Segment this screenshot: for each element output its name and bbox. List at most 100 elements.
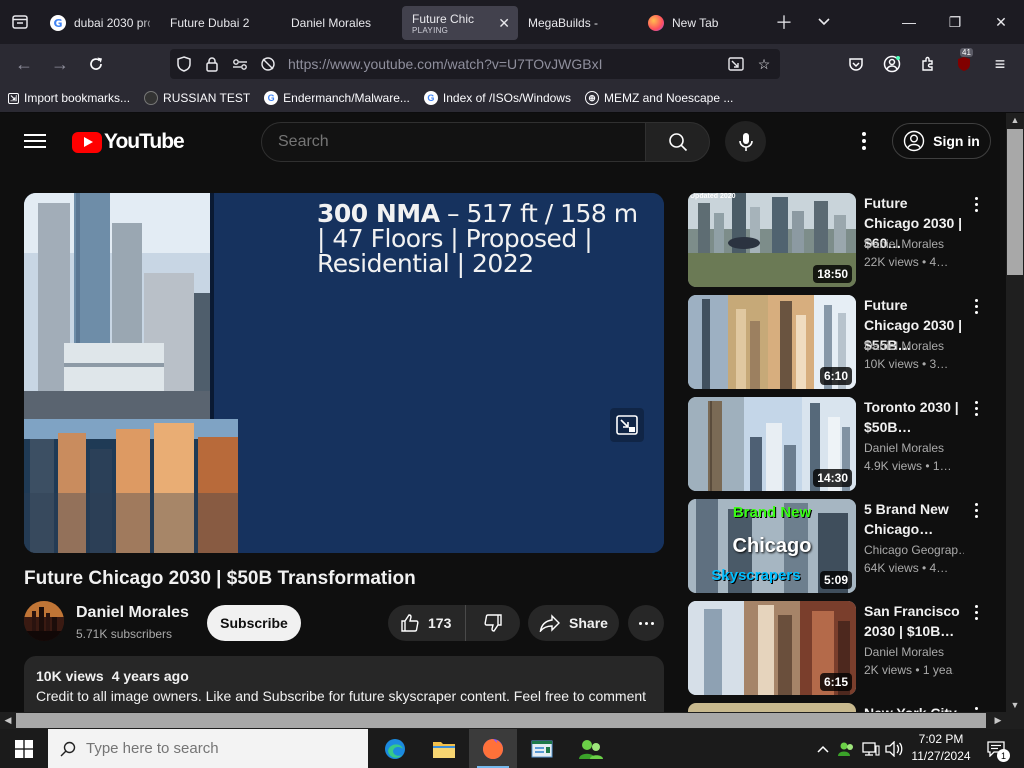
recommended-video[interactable]: 6:15 San Francisco 2030 | $10B… Daniel M… [688, 601, 998, 695]
video-thumbnail[interactable]: Updated 2020 18:50 [688, 193, 856, 287]
app-menu-hamburger-icon[interactable]: ≡ [988, 52, 1012, 76]
close-window-icon[interactable]: ✕ [978, 0, 1024, 44]
scroll-left-arrow-icon[interactable]: ◀ [0, 712, 16, 729]
horizontal-scrollbar[interactable]: ◀ ▶ [0, 712, 1006, 729]
tab-megabuilds[interactable]: MegaBuilds - [518, 6, 638, 40]
recommended-video[interactable]: 6:10 Future Chicago 2030 | $55B… Daniel … [688, 295, 998, 389]
url-bar[interactable]: ☆ [170, 49, 780, 79]
tab-daniel-morales[interactable]: Daniel Morales [281, 6, 402, 40]
bookmark-memz[interactable]: ⊕ MEMZ and Noescape ... [584, 91, 733, 105]
tab-future-dubai[interactable]: Future Dubai 2 [160, 6, 281, 40]
tracking-protection-shield-icon[interactable] [170, 49, 198, 79]
recommended-video[interactable]: Brand New Chicago Skyscrapers 5:09 5 Bra… [688, 499, 998, 593]
bookmark-russian-test[interactable]: RUSSIAN TEST [144, 91, 250, 105]
search-button[interactable] [645, 122, 710, 162]
subscribe-button[interactable]: Subscribe [207, 605, 301, 641]
recommended-channel[interactable]: Daniel Morales [864, 441, 964, 455]
channel-name[interactable]: Daniel Morales [76, 604, 189, 622]
horizontal-scroll-thumb[interactable] [16, 713, 986, 728]
taskbar-search-box[interactable] [48, 729, 368, 768]
bookmark-index-isos[interactable]: G Index of /ISOs/Windows [423, 91, 571, 105]
bookmark-star-icon[interactable]: ☆ [750, 49, 778, 79]
video-action-menu-icon[interactable] [972, 401, 980, 419]
people-tray-icon[interactable] [836, 729, 856, 768]
tab-dubai-2030[interactable]: G dubai 2030 pro [40, 6, 160, 40]
recommended-channel[interactable]: Chicago Geograp… [864, 543, 964, 557]
more-actions-icon[interactable] [628, 605, 664, 641]
voice-search-button[interactable] [725, 121, 766, 162]
restore-window-icon[interactable]: ❐ [932, 0, 978, 44]
recommended-title[interactable]: San Francisco 2030 | $10B… [864, 601, 964, 641]
recommended-title[interactable]: 5 Brand New Chicago… [864, 499, 964, 539]
network-icon[interactable] [860, 729, 882, 768]
search-input[interactable] [278, 133, 618, 151]
taskbar-clock[interactable]: 7:02 PM 11/27/2024 [902, 731, 980, 765]
video-action-menu-icon[interactable] [972, 605, 980, 623]
video-player[interactable]: 300 NMA – 517 ft / 158 m | 47 Floors | P… [24, 193, 664, 553]
search-box[interactable] [261, 122, 646, 162]
share-button[interactable]: Share [528, 605, 619, 641]
bookmark-endermanch[interactable]: G Endermanch/Malware... [264, 91, 410, 105]
vertical-scrollbar[interactable]: ▲ ▼ [1006, 113, 1024, 712]
tab-future-chicago-active[interactable]: Future Chica PLAYING ✕ [402, 6, 518, 40]
account-icon[interactable] [880, 52, 904, 76]
recommended-video[interactable]: Updated 2020 18:50 Future Chicago 2030 |… [688, 193, 998, 287]
vertical-scroll-thumb[interactable] [1007, 129, 1023, 275]
document-app-icon[interactable] [518, 729, 566, 768]
recommended-channel[interactable]: Daniel Morales [864, 237, 964, 251]
file-explorer-icon[interactable] [420, 729, 468, 768]
dislike-button[interactable] [466, 613, 520, 633]
ublock-extension-icon[interactable]: 41 [952, 48, 976, 76]
sign-in-button[interactable]: Sign in [892, 123, 991, 159]
edge-app-icon[interactable] [371, 729, 419, 768]
bookmark-import[interactable]: ⇲ Import bookmarks... [8, 91, 130, 105]
youtube-logo[interactable]: YouTube [72, 130, 185, 154]
reload-icon[interactable] [84, 52, 108, 76]
pocket-icon[interactable] [844, 52, 868, 76]
back-arrow-icon[interactable]: ← [12, 52, 36, 76]
list-all-tabs-icon[interactable] [0, 0, 40, 44]
start-button[interactable] [0, 729, 48, 768]
video-thumbnail[interactable]: 6:10 [688, 295, 856, 389]
video-action-menu-icon[interactable] [972, 503, 980, 521]
new-tab-plus-icon[interactable]: ＋ [764, 0, 804, 44]
video-thumbnail[interactable]: 14:30 [688, 397, 856, 491]
picture-in-picture-icon[interactable] [722, 49, 750, 79]
video-thumbnail[interactable] [688, 703, 856, 712]
recommended-title[interactable]: Toronto 2030 | $50B… [864, 397, 964, 437]
notification-center-icon[interactable]: 1 [984, 729, 1010, 768]
url-input[interactable] [288, 56, 718, 72]
channel-avatar[interactable] [24, 601, 64, 641]
recommended-video[interactable]: 14:30 Toronto 2030 | $50B… Daniel Morale… [688, 397, 998, 491]
recommended-channel[interactable]: Daniel Morales [864, 645, 964, 659]
recommended-title[interactable]: New York City [864, 703, 964, 712]
firefox-app-icon[interactable] [469, 729, 517, 768]
recommended-video[interactable]: New York City [688, 703, 998, 712]
forward-arrow-icon[interactable]: → [48, 52, 72, 76]
settings-more-icon[interactable] [854, 130, 874, 152]
video-thumbnail[interactable]: 6:15 [688, 601, 856, 695]
like-button[interactable]: 173 [388, 605, 467, 641]
volume-icon[interactable] [884, 729, 904, 768]
tab-new-tab[interactable]: New Tab [638, 6, 758, 40]
video-thumbnail[interactable]: Brand New Chicago Skyscrapers 5:09 [688, 499, 856, 593]
video-action-menu-icon[interactable] [972, 197, 980, 215]
scroll-right-arrow-icon[interactable]: ▶ [990, 712, 1006, 729]
people-app-icon[interactable] [567, 729, 615, 768]
permissions-icon[interactable] [226, 49, 254, 79]
recommended-channel[interactable]: Daniel Morales [864, 339, 964, 353]
lock-icon[interactable] [198, 49, 226, 79]
tray-overflow-chevron-icon[interactable] [814, 729, 832, 768]
scroll-up-arrow-icon[interactable]: ▲ [1006, 113, 1024, 127]
miniplayer-icon[interactable] [610, 408, 644, 442]
video-action-menu-icon[interactable] [972, 299, 980, 317]
guide-menu-icon[interactable] [24, 130, 46, 152]
close-tab-icon[interactable]: ✕ [498, 15, 510, 32]
extensions-puzzle-icon[interactable] [916, 52, 940, 76]
description-box[interactable]: 10K views 4 years ago Credit to all image… [24, 656, 664, 712]
autoplay-blocked-icon[interactable] [254, 49, 282, 79]
taskbar-search-input[interactable] [86, 740, 346, 757]
scroll-down-arrow-icon[interactable]: ▼ [1006, 698, 1024, 712]
tab-overflow-chevron-icon[interactable] [804, 0, 844, 44]
minimize-window-icon[interactable]: — [886, 0, 932, 44]
